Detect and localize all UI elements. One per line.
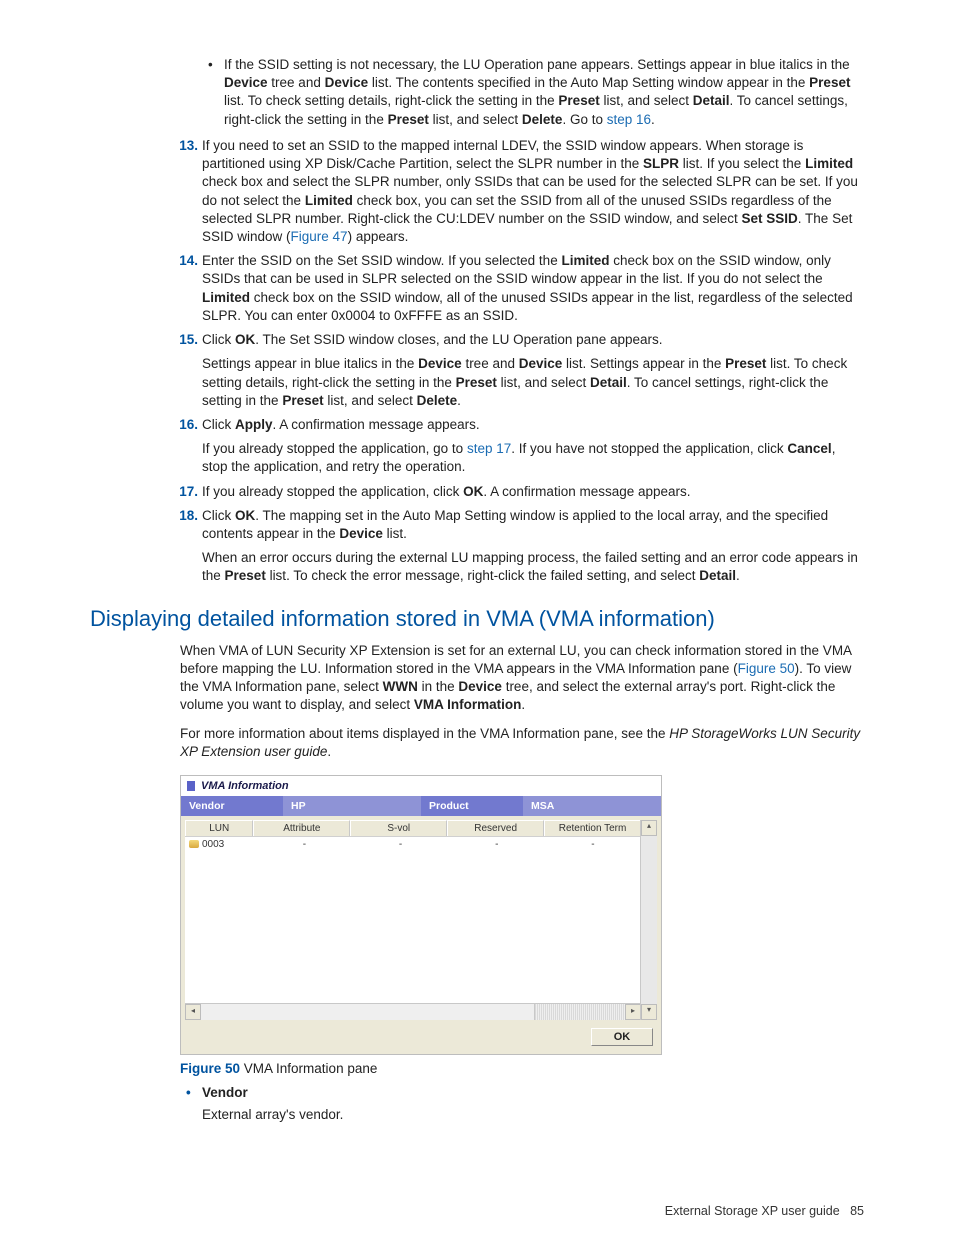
para-vma-moreinfo: For more information about items display…: [180, 725, 864, 761]
step-13: 13. If you need to set an SSID to the ma…: [180, 137, 864, 246]
col-reserved[interactable]: Reserved: [447, 820, 544, 836]
para-vma-intro: When VMA of LUN Security XP Extension is…: [180, 642, 864, 715]
scroll-right-icon[interactable]: ▸: [625, 1004, 641, 1020]
vma-title-icon: [187, 781, 195, 791]
vma-vendor-value: HP: [283, 796, 421, 816]
step-14: 14. Enter the SSID on the Set SSID windo…: [180, 252, 864, 325]
heading-vma-information: Displaying detailed information stored i…: [90, 606, 864, 632]
step-18: 18. Click OK. The mapping set in the Aut…: [180, 507, 864, 586]
link-figure-47[interactable]: Figure 47: [291, 229, 348, 244]
link-step-17[interactable]: step 17: [467, 441, 511, 456]
scroll-down-icon[interactable]: ▾: [641, 1004, 657, 1020]
ok-button[interactable]: OK: [591, 1028, 653, 1046]
step-15: 15. Click OK. The Set SSID window closes…: [180, 331, 864, 410]
horizontal-scrollbar[interactable]: ◂ ▸: [185, 1003, 641, 1020]
scroll-up-icon[interactable]: ▴: [641, 820, 657, 836]
link-step-16[interactable]: step 16: [607, 112, 651, 127]
table-row[interactable]: 0003 - - - -: [185, 837, 641, 852]
col-retention[interactable]: Retention Term: [544, 820, 641, 836]
vma-product-label: Product: [421, 796, 523, 816]
scroll-left-icon[interactable]: ◂: [185, 1004, 201, 1020]
vendor-item: Vendor External array's vendor.: [180, 1084, 864, 1124]
col-lun[interactable]: LUN: [185, 820, 253, 836]
col-attribute[interactable]: Attribute: [253, 820, 350, 836]
vertical-scrollbar[interactable]: ▴ ▾: [640, 820, 657, 1020]
page-footer: External Storage XP user guide 85: [90, 1204, 864, 1218]
volume-icon: [189, 840, 199, 848]
link-figure-50[interactable]: Figure 50: [738, 661, 795, 676]
step-17: 17. If you already stopped the applicati…: [180, 483, 864, 501]
vma-title: VMA Information: [201, 780, 289, 792]
vma-information-pane: VMA Information Vendor HP Product MSA LU…: [180, 775, 662, 1055]
vma-product-value: MSA: [523, 796, 661, 816]
col-svol[interactable]: S-vol: [350, 820, 447, 836]
step-16: 16. Click Apply. A confirmation message …: [180, 416, 864, 477]
bullet-ssid-not-necessary: If the SSID setting is not necessary, th…: [202, 56, 864, 129]
vma-vendor-label: Vendor: [181, 796, 283, 816]
vma-column-headers: LUN Attribute S-vol Reserved Retention T…: [185, 820, 641, 837]
figure-50-caption: Figure 50 VMA Information pane: [180, 1061, 864, 1076]
